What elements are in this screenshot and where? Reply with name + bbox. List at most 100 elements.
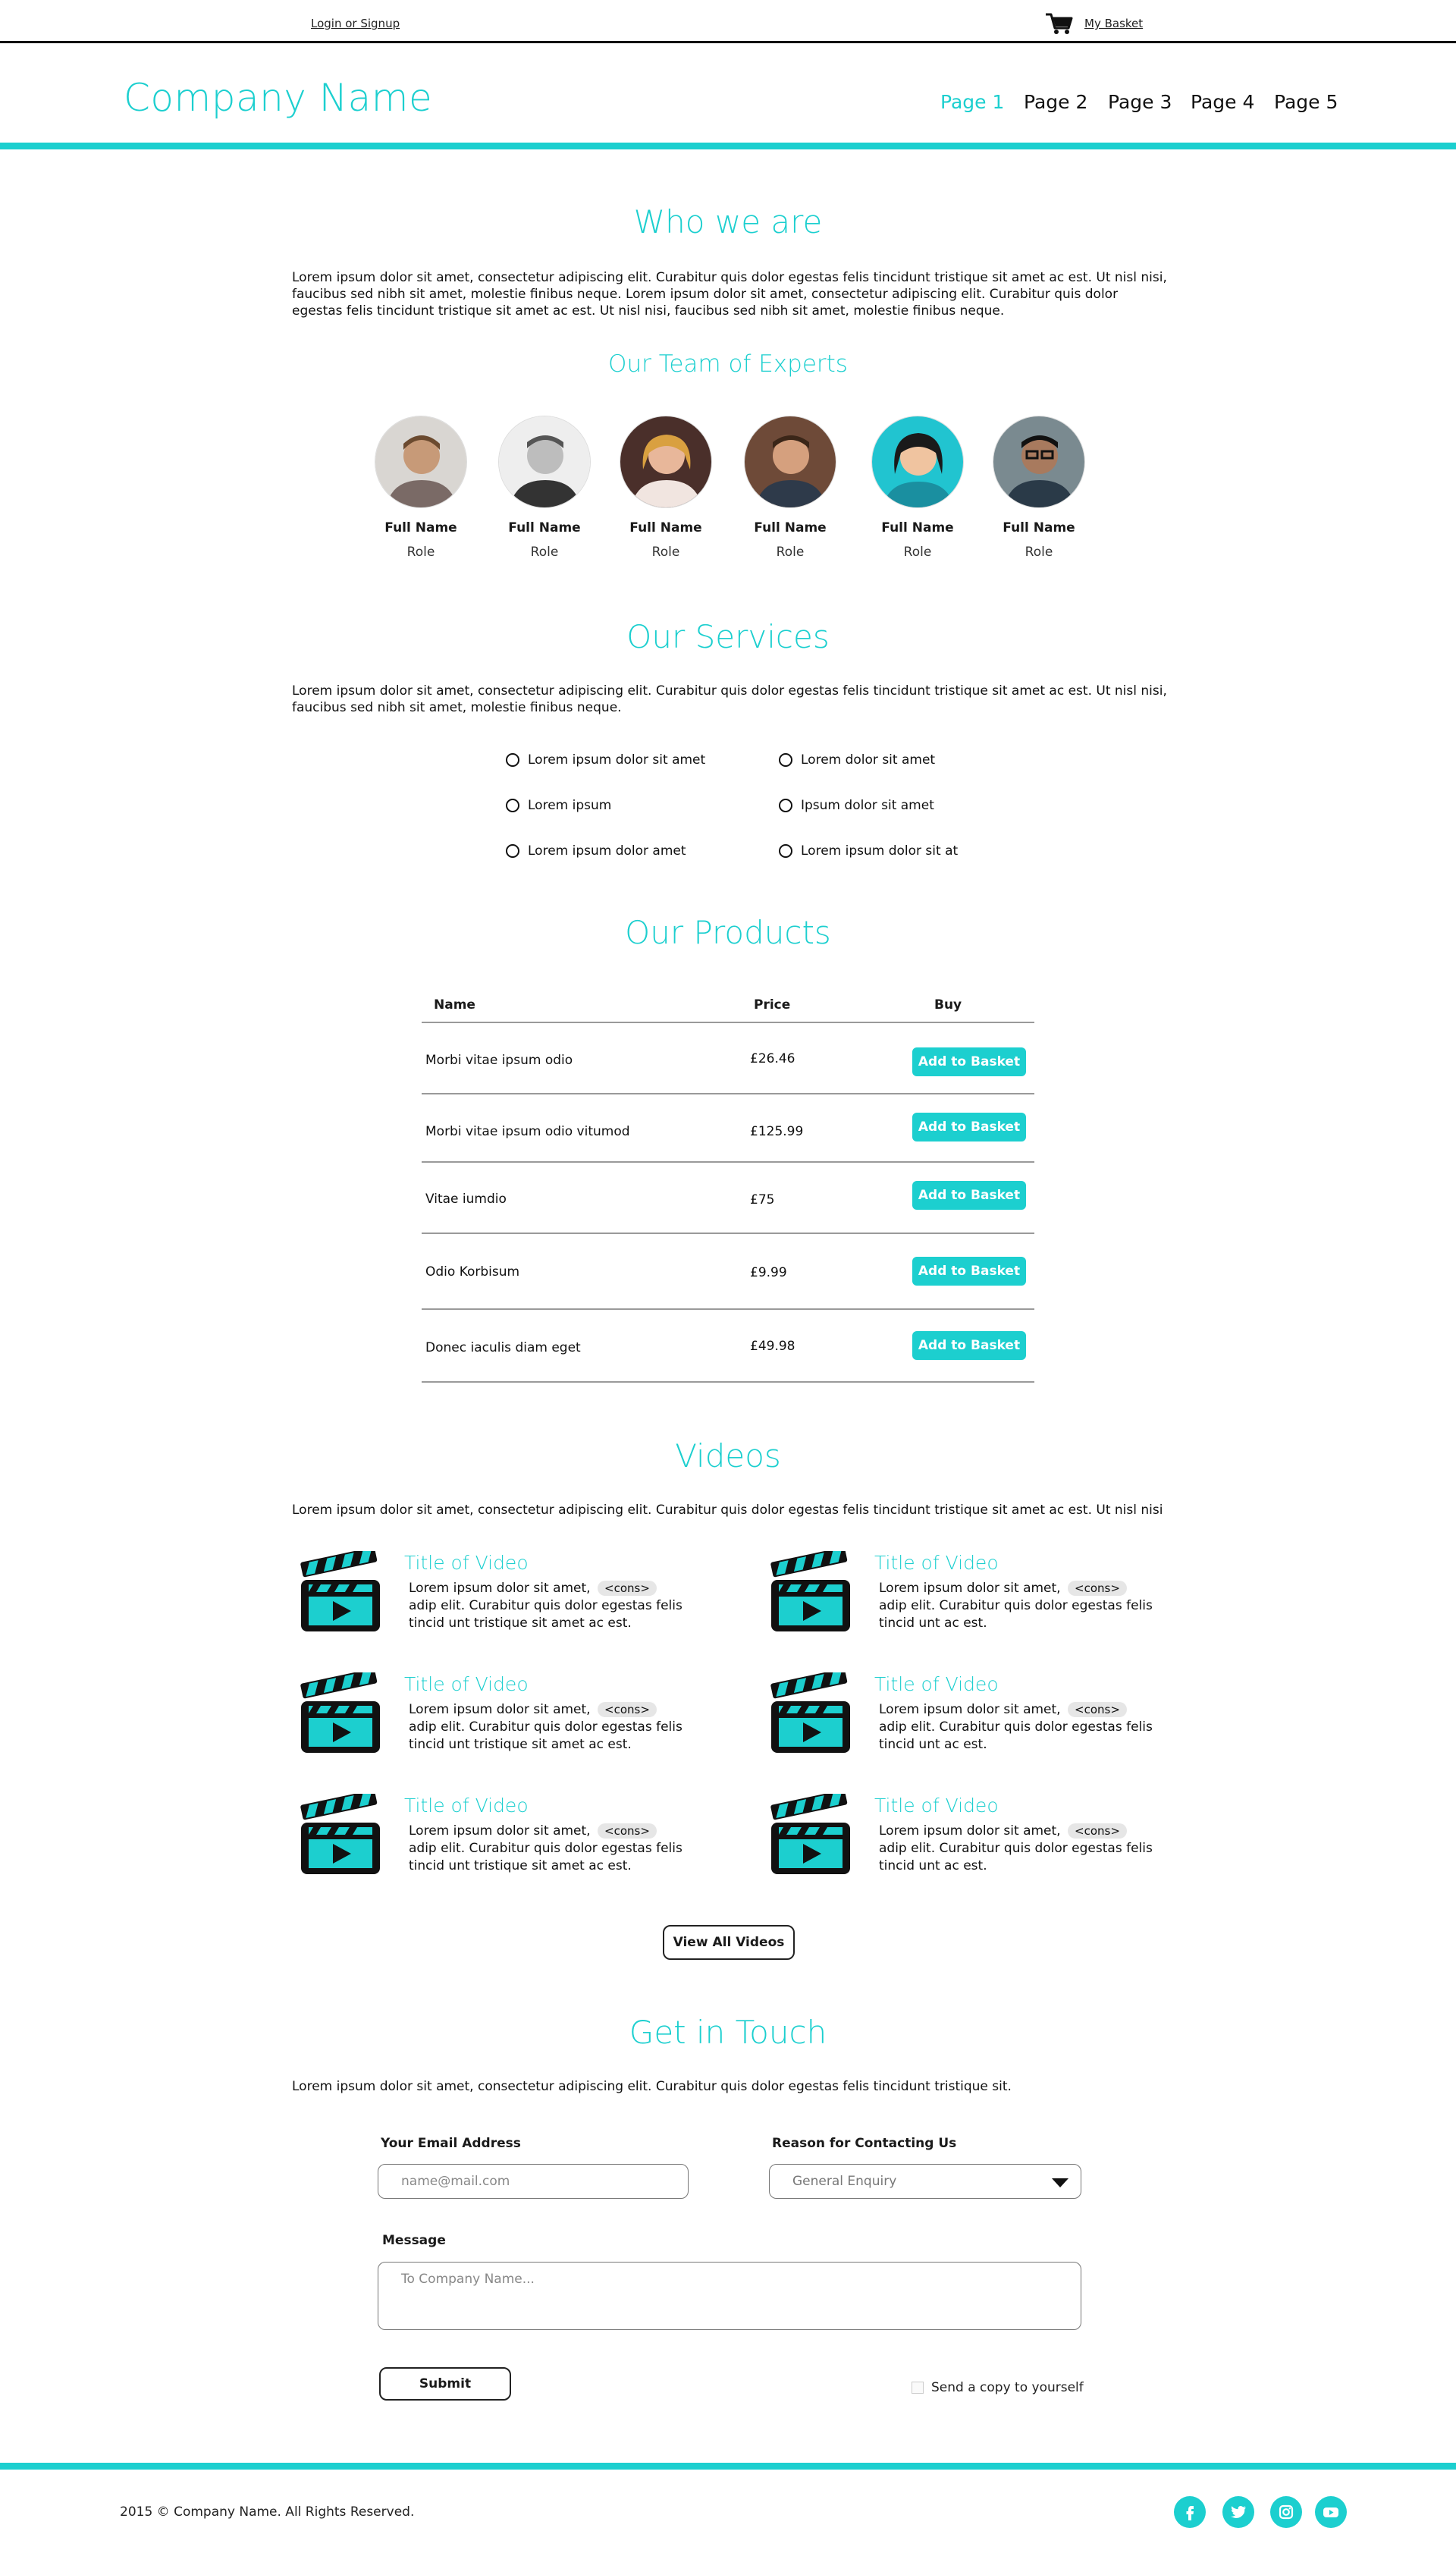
video-thumbnail[interactable] (298, 1547, 381, 1636)
team-member: Full Name Role (491, 416, 598, 560)
product-price: £26.46 (750, 1051, 795, 1066)
add-to-basket-button[interactable]: Add to Basket (912, 1257, 1026, 1286)
radio-button[interactable] (779, 844, 792, 858)
email-field[interactable] (378, 2164, 689, 2199)
radio-button[interactable] (779, 753, 792, 767)
video-thumbnail[interactable] (768, 1668, 852, 1757)
radio-button[interactable] (779, 799, 792, 812)
nav-page-4[interactable]: Page 4 (1191, 91, 1254, 117)
product-price: £9.99 (750, 1265, 787, 1280)
video-description: Lorem ipsum dolor sit amet, <cons> adip … (409, 1823, 682, 1873)
video-clapperboard-icon (300, 1789, 380, 1874)
video-thumbnail[interactable] (768, 1547, 852, 1636)
radio-button[interactable] (506, 799, 519, 812)
login-signup-link[interactable]: Login or Signup (311, 17, 400, 30)
products-title: Our Products (625, 914, 831, 951)
add-to-basket-button[interactable]: Add to Basket (912, 1047, 1026, 1076)
video-title-link[interactable]: Title of Video (404, 1795, 529, 1817)
product-name: Morbi vitae ipsum odio vitumod (425, 1124, 630, 1139)
video-thumbnail[interactable] (298, 1789, 381, 1879)
video-description: Lorem ipsum dolor sit amet, <cons> adip … (409, 1581, 682, 1631)
video-title-link[interactable]: Title of Video (404, 1673, 529, 1695)
add-to-basket-button[interactable]: Add to Basket (912, 1331, 1026, 1360)
table-divider (422, 1308, 1034, 1310)
video-title-link[interactable]: Title of Video (874, 1673, 999, 1695)
team-title: Our Team of Experts (608, 350, 848, 378)
about-text: Lorem ipsum dolor sit amet, consectetur … (292, 270, 1167, 319)
shopping-cart-icon (1046, 13, 1073, 34)
footer-divider (0, 2463, 1456, 2470)
tag-badge: <cons> (598, 1823, 657, 1839)
product-price: £49.98 (750, 1339, 795, 1354)
member-name: Full Name (629, 520, 702, 535)
submit-button[interactable]: Submit (379, 2367, 511, 2401)
view-all-videos-button[interactable]: View All Videos (663, 1925, 795, 1960)
table-divider (422, 1022, 1034, 1023)
product-name: Odio Korbisum (425, 1264, 520, 1280)
add-to-basket-button[interactable]: Add to Basket (912, 1181, 1026, 1210)
send-copy-option[interactable]: Send a copy to yourself (912, 2380, 1084, 2395)
service-item[interactable]: Lorem ipsum dolor amet (506, 843, 686, 859)
message-textarea[interactable] (378, 2262, 1081, 2330)
chevron-down-icon (1052, 2178, 1068, 2187)
twitter-icon[interactable] (1222, 2496, 1254, 2528)
copyright-text: 2015 © Company Name. All Rights Reserved… (120, 2504, 415, 2520)
youtube-icon[interactable] (1315, 2496, 1347, 2528)
tag-badge: <cons> (598, 1581, 657, 1596)
my-basket-link[interactable]: My Basket (1045, 12, 1143, 35)
service-item[interactable]: Lorem ipsum dolor sit at (779, 843, 958, 859)
service-label: Lorem ipsum (528, 798, 612, 813)
product-price: £75 (750, 1192, 775, 1207)
reason-select[interactable]: General Enquiry (769, 2164, 1081, 2199)
service-item[interactable]: Lorem dolor sit amet (779, 752, 935, 768)
service-item[interactable]: Ipsum dolor sit amet (779, 798, 934, 813)
table-divider (422, 1093, 1034, 1094)
service-label: Lorem dolor sit amet (801, 752, 936, 768)
email-label: Your Email Address (381, 2136, 521, 2151)
add-to-basket-button[interactable]: Add to Basket (912, 1113, 1026, 1141)
instagram-icon[interactable] (1270, 2496, 1302, 2528)
send-copy-checkbox[interactable] (912, 2382, 924, 2394)
service-label: Lorem ipsum dolor sit at (801, 843, 959, 859)
video-clapperboard-icon (770, 1668, 850, 1753)
member-name: Full Name (881, 520, 954, 535)
top-bar (0, 0, 1456, 43)
table-divider (422, 1161, 1034, 1163)
my-basket-label: My Basket (1084, 17, 1144, 30)
video-thumbnail[interactable] (768, 1789, 852, 1879)
about-title: Who we are (633, 203, 823, 240)
video-title-link[interactable]: Title of Video (874, 1795, 999, 1817)
radio-button[interactable] (506, 844, 519, 858)
facebook-icon[interactable] (1174, 2496, 1206, 2528)
tag-badge: <cons> (1068, 1702, 1127, 1717)
team-member: Full Name Role (368, 416, 474, 560)
product-name: Morbi vitae ipsum odio (425, 1053, 573, 1068)
nav-page-2[interactable]: Page 2 (1024, 91, 1087, 117)
tag-badge: <cons> (1068, 1823, 1127, 1839)
video-description: Lorem ipsum dolor sit amet, <cons> adip … (879, 1581, 1153, 1631)
video-title-link[interactable]: Title of Video (874, 1552, 999, 1574)
video-description: Lorem ipsum dolor sit amet, <cons> adip … (409, 1702, 682, 1752)
column-header-name: Name (434, 997, 475, 1013)
video-thumbnail[interactable] (298, 1668, 381, 1757)
contact-title: Get in Touch (629, 2014, 827, 2051)
service-label: Ipsum dolor sit amet (801, 798, 934, 813)
member-role: Role (651, 545, 680, 560)
tag-badge: <cons> (598, 1702, 657, 1717)
header-divider (0, 143, 1456, 149)
member-name: Full Name (508, 520, 581, 535)
nav-page-3[interactable]: Page 3 (1108, 91, 1172, 117)
company-logo-text[interactable]: Company Name (124, 76, 432, 120)
radio-button[interactable] (506, 753, 519, 767)
reason-selected-value: General Enquiry (792, 2174, 897, 2189)
video-clapperboard-icon (770, 1547, 850, 1631)
team-member: Full Name Role (737, 416, 843, 560)
video-title-link[interactable]: Title of Video (404, 1552, 529, 1574)
member-role: Role (1025, 545, 1053, 560)
nav-page-1[interactable]: Page 1 (940, 91, 1004, 117)
service-item[interactable]: Lorem ipsum dolor sit amet (506, 752, 705, 768)
nav-page-5[interactable]: Page 5 (1274, 91, 1338, 117)
table-divider (422, 1233, 1034, 1234)
service-item[interactable]: Lorem ipsum (506, 798, 611, 813)
team-member: Full Name Role (613, 416, 719, 560)
